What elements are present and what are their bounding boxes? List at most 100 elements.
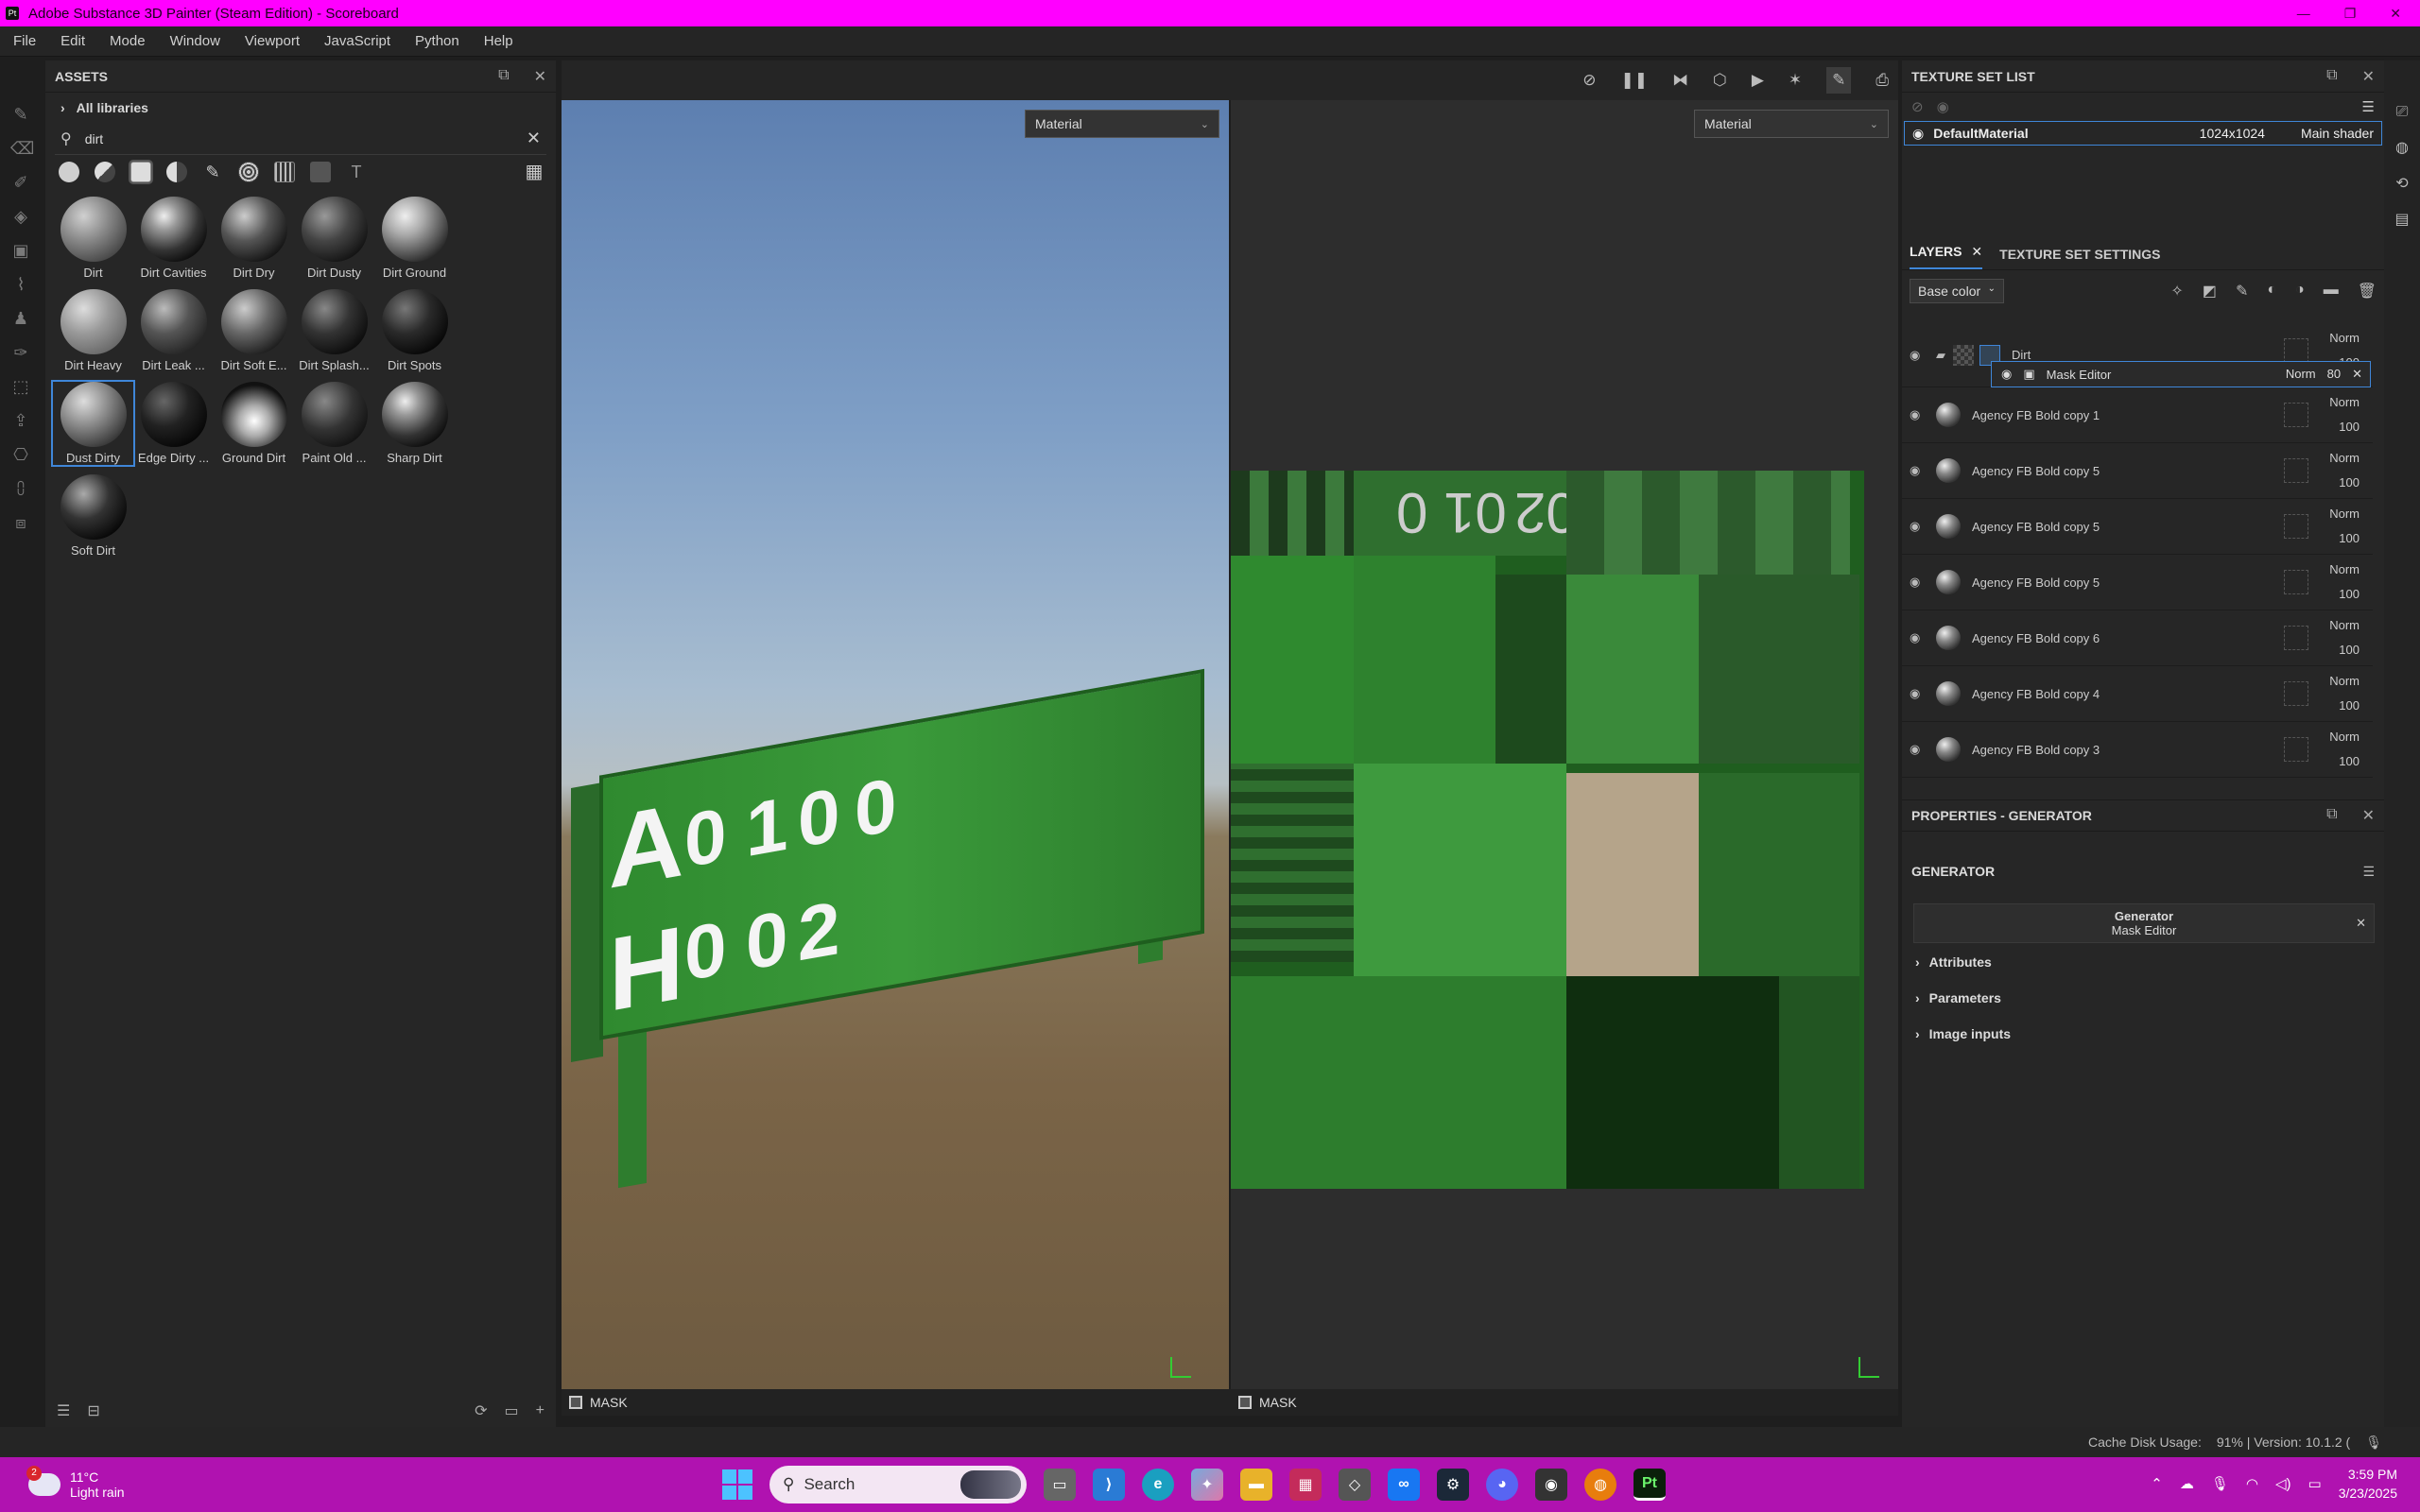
selection-icon[interactable]: ⬚	[10, 376, 31, 397]
layer-opacity[interactable]: 100	[2339, 754, 2360, 768]
asset-item[interactable]: Dirt Dry	[214, 197, 294, 280]
layer-opacity[interactable]: 100	[2339, 531, 2360, 545]
filter-alphas-icon[interactable]	[274, 162, 295, 182]
section-image-inputs[interactable]: › Image inputs	[1915, 1026, 2011, 1041]
add-mask-icon[interactable]: ◩	[2203, 282, 2217, 301]
folder-icon[interactable]: ▭	[505, 1401, 519, 1420]
layer-opacity[interactable]: 100	[2339, 420, 2360, 434]
menu-viewport[interactable]: Viewport	[245, 33, 300, 49]
microphone-icon[interactable]: 🎙	[2365, 1435, 2382, 1451]
microphone-icon[interactable]: 🎙	[2211, 1475, 2229, 1492]
blend-mode[interactable]: Norm	[2329, 730, 2360, 744]
asset-item[interactable]: Dirt	[53, 197, 133, 280]
undock-icon[interactable]: ⧉	[2326, 806, 2337, 825]
eye-icon[interactable]: ◉	[1912, 126, 1924, 142]
layer-row[interactable]: ◉ Agency FB Bold copy 5 Norm 100	[1902, 499, 2373, 555]
close-panel-icon[interactable]: ✕	[534, 67, 546, 86]
restore-icon[interactable]: ❐	[2344, 6, 2357, 22]
measure-icon[interactable]: ⩇	[10, 478, 31, 499]
path-icon[interactable]: ⎔	[10, 444, 31, 465]
blend-mode[interactable]: Norm	[2329, 395, 2360, 409]
menu-mode[interactable]: Mode	[110, 33, 146, 49]
asset-item[interactable]: Ground Dirt	[214, 382, 294, 465]
asset-item[interactable]: Dirt Heavy	[53, 289, 133, 372]
search-input[interactable]	[84, 130, 513, 146]
texture-set-shader[interactable]: Main shader	[2301, 126, 2374, 141]
menu-window[interactable]: Window	[170, 33, 220, 49]
mask-checkbox-2d[interactable]	[1238, 1396, 1252, 1409]
layer-row[interactable]: ◉ Agency FB Bold copy 3 Norm 100	[1902, 722, 2373, 778]
viewport-3d-mode-select[interactable]: Material ⌄	[1025, 110, 1219, 138]
wifi-icon[interactable]: ◠	[2246, 1475, 2258, 1492]
menu-edit[interactable]: Edit	[60, 33, 85, 49]
discord-icon[interactable]: ◕	[1486, 1469, 1518, 1501]
log-icon[interactable]: ▤	[2394, 210, 2409, 229]
menu-file[interactable]: File	[13, 33, 36, 49]
weather-widget[interactable]: 2 11°C Light rain	[26, 1466, 125, 1500]
layer-opacity[interactable]: 100	[2339, 698, 2360, 713]
blend-mode[interactable]: Norm	[2329, 562, 2360, 576]
viewport-2d[interactable]: Material ⌄ 0 01 02	[1231, 100, 1898, 1416]
camera-tool-icon[interactable]: ⧈	[10, 512, 31, 533]
section-parameters[interactable]: › Parameters	[1915, 990, 2001, 1005]
ubisoft-icon[interactable]: ◉	[1535, 1469, 1567, 1501]
close-tab-icon[interactable]: ✕	[1971, 244, 1982, 259]
close-panel-icon[interactable]: ✕	[2362, 806, 2375, 825]
clock[interactable]: 3:59 PM 3/23/2025	[2339, 1465, 2397, 1503]
viewport-2d-mode-select[interactable]: Material ⌄	[1694, 110, 1889, 138]
copilot-icon[interactable]: ✦	[1191, 1469, 1223, 1501]
clone-icon[interactable]: ♟	[10, 308, 31, 329]
filter-materials-icon[interactable]	[59, 162, 79, 182]
display-settings-icon[interactable]: ⎚	[2396, 104, 2409, 121]
polygon-fill-icon[interactable]: ▣	[10, 240, 31, 261]
hide-icon[interactable]: ⊘	[1911, 98, 1924, 115]
blender-icon[interactable]: ◍	[1584, 1469, 1616, 1501]
layer-row[interactable]: ◉ Agency FB Bold copy 5 Norm 100	[1902, 443, 2373, 499]
eye-icon[interactable]: ◉	[1910, 742, 1927, 757]
tab-layers[interactable]: LAYERS ✕	[1910, 244, 1983, 269]
asset-item[interactable]: Edge Dirty ...	[133, 382, 214, 465]
chevron-up-icon[interactable]: ⌃	[2151, 1475, 2163, 1492]
bake-icon[interactable]: ⇪	[10, 410, 31, 431]
history-icon[interactable]: ⟲	[2395, 174, 2408, 193]
taskbar-search[interactable]: ⚲ Search	[769, 1466, 1027, 1503]
blend-mode[interactable]: Norm	[2329, 331, 2360, 345]
filter-smart-materials-icon[interactable]	[95, 162, 115, 182]
blend-mode[interactable]: Norm	[2329, 451, 2360, 465]
eye-icon[interactable]: ◉	[1910, 575, 1927, 590]
add-effect-icon[interactable]: ✧	[2170, 282, 2183, 301]
file-explorer-icon[interactable]: ▬	[1240, 1469, 1272, 1501]
paint-brush-icon[interactable]: ✎	[10, 104, 31, 125]
filter-text-icon[interactable]: T	[346, 162, 367, 182]
blend-mode[interactable]: Norm	[2329, 618, 2360, 632]
layer-opacity[interactable]: 100	[2339, 587, 2360, 601]
picker-icon[interactable]: ✑	[10, 342, 31, 363]
asset-item[interactable]: Dirt Cavities	[133, 197, 214, 280]
symmetry-icon[interactable]: ⧓	[1672, 71, 1688, 90]
texture-set-row[interactable]: ◉ DefaultMaterial 1024x1024 Main shader	[1904, 121, 2382, 146]
close-panel-icon[interactable]: ✕	[2362, 67, 2375, 86]
menu-python[interactable]: Python	[415, 33, 459, 49]
filter-smart-masks-icon[interactable]	[129, 160, 153, 184]
visible-icon[interactable]: ◉	[1937, 98, 1949, 115]
add-group-icon[interactable]: ◑	[2295, 282, 2305, 301]
blend-mode[interactable]: Norm	[2329, 674, 2360, 688]
filter-textures-icon[interactable]	[238, 162, 259, 182]
meta-icon[interactable]: ∞	[1388, 1469, 1420, 1501]
shader-settings-icon[interactable]: ◍	[2395, 138, 2409, 157]
vscode-icon[interactable]: ⟩	[1093, 1469, 1125, 1501]
volume-icon[interactable]: ◁)	[2275, 1475, 2291, 1492]
eye-icon[interactable]: ◉	[2001, 367, 2012, 382]
asset-item[interactable]: Sharp Dirt	[374, 382, 455, 465]
menu-help[interactable]: Help	[484, 33, 513, 49]
camera-icon[interactable]: ▶	[1752, 71, 1764, 90]
asset-item[interactable]: Dirt Splash...	[294, 289, 374, 372]
eye-icon[interactable]: ◉	[1910, 519, 1927, 534]
layer-opacity[interactable]: 100	[2339, 643, 2360, 657]
blend-mode[interactable]: Norm	[2286, 367, 2316, 382]
generator-picker[interactable]: Generator Mask Editor ✕	[1913, 903, 2375, 943]
pause-icon[interactable]: ❚❚	[1620, 71, 1648, 90]
edge-icon[interactable]: e	[1142, 1469, 1174, 1501]
onedrive-icon[interactable]: ☁	[2180, 1475, 2194, 1492]
add-paint-layer-icon[interactable]: ✎	[2236, 282, 2248, 301]
